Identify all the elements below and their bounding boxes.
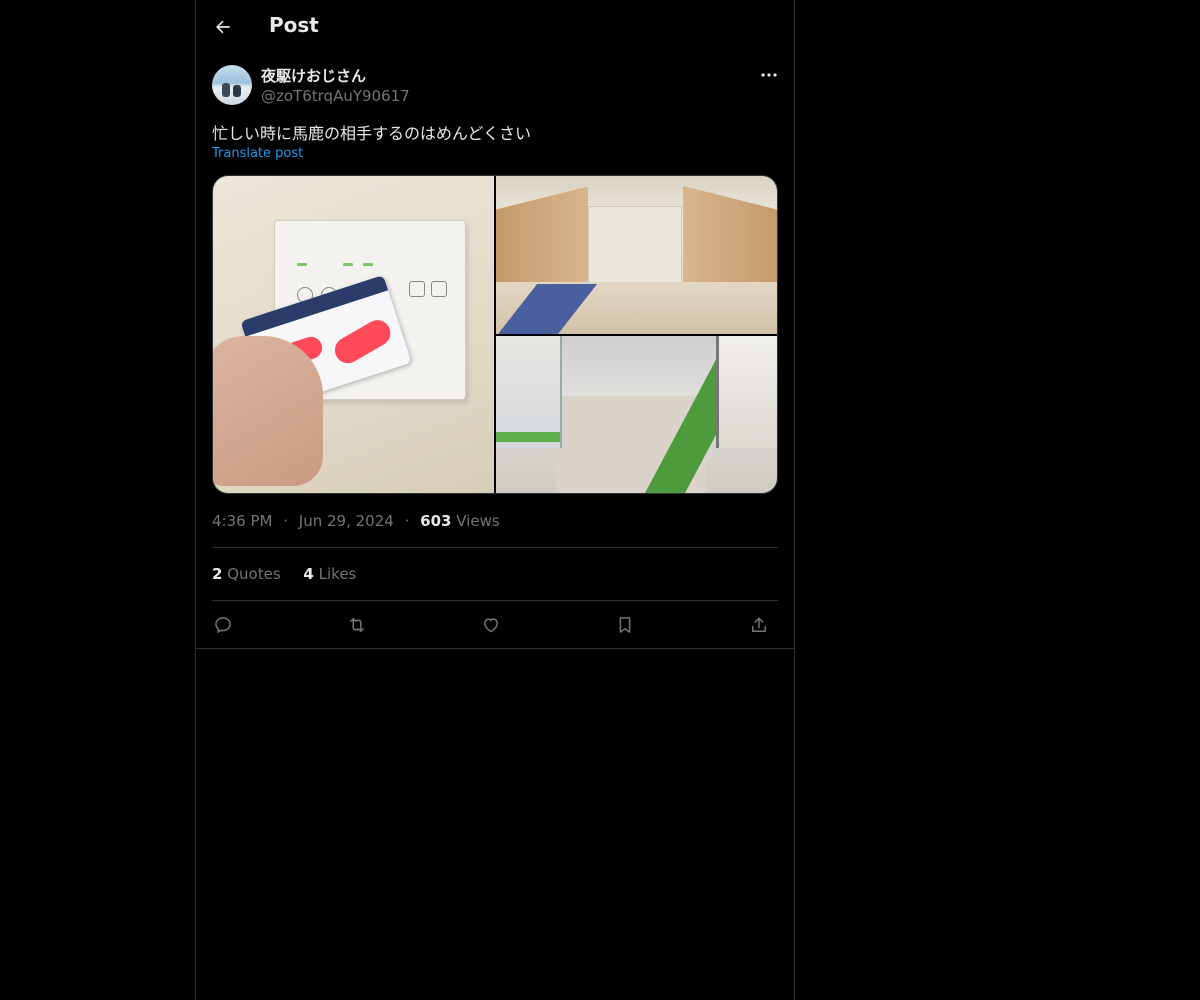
- top-bar: Post: [196, 0, 794, 54]
- post-date[interactable]: Jun 29, 2024: [299, 512, 394, 530]
- post-time[interactable]: 4:36 PM: [212, 512, 272, 530]
- bookmark-button[interactable]: [612, 612, 638, 638]
- avatar[interactable]: [212, 65, 252, 105]
- action-bar: [212, 612, 778, 638]
- quotes-count: 2: [212, 565, 223, 583]
- author-display-name[interactable]: 夜駆けおじさん: [261, 65, 366, 86]
- back-button[interactable]: [208, 10, 238, 44]
- translate-post-link[interactable]: Translate post: [212, 146, 303, 161]
- meta-separator: ·: [404, 512, 410, 530]
- share-icon: [749, 615, 769, 635]
- like-icon: [481, 615, 501, 635]
- views-count: 603: [420, 512, 452, 530]
- repost-icon: [346, 615, 368, 635]
- photo-hallway[interactable]: [496, 176, 777, 334]
- divider: [212, 547, 778, 548]
- post-meta: 4:36 PM · Jun 29, 2024 · 603 Views: [212, 512, 500, 530]
- quotes-link[interactable]: 2 Quotes: [212, 565, 285, 583]
- photo-corridor[interactable]: [496, 336, 777, 493]
- reply-button[interactable]: [210, 612, 236, 638]
- main-column: Post 夜駆けおじさん @zoT6trqAuY90617 忙しい時に馬鹿の相手…: [195, 0, 795, 1000]
- post-text: 忙しい時に馬鹿の相手するのはめんどくさい: [212, 124, 532, 143]
- likes-link[interactable]: 4 Likes: [303, 565, 356, 583]
- arrow-left-icon: [213, 17, 233, 37]
- like-button[interactable]: [478, 612, 504, 638]
- repost-button[interactable]: [344, 612, 370, 638]
- ellipsis-icon: [761, 72, 777, 78]
- reply-icon: [213, 615, 233, 635]
- divider: [212, 600, 778, 601]
- meta-separator: ·: [283, 512, 289, 530]
- views-label: Views: [456, 512, 500, 530]
- post-stats: 2 Quotes 4 Likes: [212, 565, 374, 583]
- share-button[interactable]: [746, 612, 772, 638]
- post-bottom-border: [196, 648, 794, 649]
- likes-label: Likes: [318, 565, 357, 583]
- quotes-label: Quotes: [227, 565, 281, 583]
- page-title: Post: [269, 13, 319, 37]
- photo-card-reader[interactable]: [213, 176, 494, 493]
- author-handle[interactable]: @zoT6trqAuY90617: [261, 87, 410, 105]
- likes-count: 4: [303, 565, 314, 583]
- media-grid: [212, 175, 778, 494]
- more-options-button[interactable]: [758, 66, 780, 84]
- bookmark-icon: [615, 615, 635, 635]
